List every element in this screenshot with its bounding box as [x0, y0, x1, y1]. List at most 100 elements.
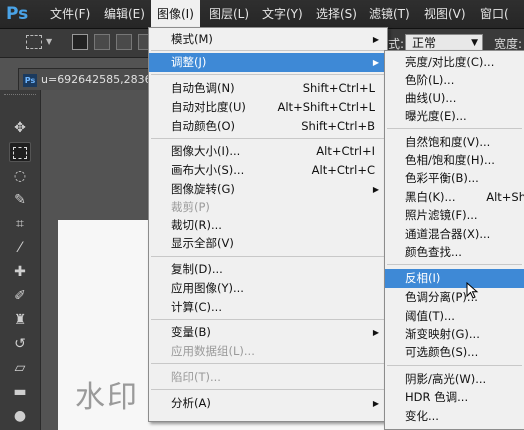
menu-item-label: 应用数据组(L)...	[171, 344, 255, 358]
gradient-tool-icon[interactable]: ▬	[9, 382, 31, 402]
adjustments-submenu: 亮度/对比度(C)... 色阶(L)... 曲线(U)... 曝光度(E)...…	[384, 50, 524, 430]
menu-item-label: 渐变映射(G)...	[405, 327, 480, 341]
menu-item-threshold[interactable]: 阈值(T)...	[385, 307, 524, 326]
menu-item-shortcut: Alt+Ctrl+I	[316, 144, 375, 158]
watermark-text: 水印	[75, 380, 139, 415]
menu-item-label: 色相/饱和度(H)...	[405, 153, 495, 167]
menu-window[interactable]: 窗口(	[474, 0, 515, 28]
menu-item-duplicate[interactable]: 复制(D)...	[149, 260, 387, 279]
menu-item-shortcut: Shift+Ctrl+B	[301, 119, 375, 133]
chevron-down-icon[interactable]: ▼	[46, 37, 52, 46]
menu-item-hdr-toning[interactable]: HDR 色调...	[385, 388, 524, 407]
menu-file[interactable]: 文件(F)	[44, 0, 96, 28]
menu-item-reveal-all[interactable]: 显示全部(V)	[149, 234, 387, 253]
menu-item-adjust[interactable]: 调整(J) ▶	[149, 53, 387, 72]
menu-separator	[151, 319, 385, 320]
menu-item-apply-image[interactable]: 应用图像(Y)...	[149, 279, 387, 298]
menu-item-label: 分析(A)	[171, 396, 211, 410]
new-selection-button[interactable]	[72, 34, 88, 50]
menu-item-black-white[interactable]: 黑白(K)... Alt+Sh	[385, 188, 524, 207]
menu-item-auto-color[interactable]: 自动颜色(O) Shift+Ctrl+B	[149, 117, 387, 136]
brush-tool-icon[interactable]: ✐	[9, 286, 31, 306]
menu-item-photo-filter[interactable]: 照片滤镜(F)...	[385, 206, 524, 225]
menu-item-invert[interactable]: 反相(I)	[385, 269, 524, 288]
menu-item-label: 反相(I)	[405, 271, 441, 285]
eyedropper-tool-icon[interactable]: ⁄	[9, 238, 31, 258]
submenu-arrow-icon: ▶	[372, 399, 379, 408]
mouse-cursor-icon	[466, 282, 479, 299]
menu-layer[interactable]: 图层(L)	[203, 0, 255, 28]
document-tab[interactable]: Ps u=692642585,2836	[18, 68, 158, 90]
clone-stamp-tool-icon[interactable]: ♜	[9, 310, 31, 330]
menu-item-canvas-size[interactable]: 画布大小(S)... Alt+Ctrl+C	[149, 161, 387, 180]
menu-item-channel-mixer[interactable]: 通道混合器(X)...	[385, 225, 524, 244]
menu-item-label: 亮度/对比度(C)...	[405, 55, 495, 69]
lasso-tool-icon[interactable]: ◌	[9, 166, 31, 186]
menu-image[interactable]: 图像(I)	[151, 0, 200, 28]
menu-item-levels[interactable]: 色阶(L)...	[385, 71, 524, 90]
menu-separator	[151, 363, 385, 364]
menu-item-calculations[interactable]: 计算(C)...	[149, 298, 387, 317]
menu-item-label: 变量(B)	[171, 325, 211, 339]
menu-item-label: HDR 色调...	[405, 390, 469, 404]
menu-item-label: 裁剪(P)	[171, 200, 210, 214]
menu-item-shortcut: Alt+Ctrl+C	[311, 163, 375, 177]
photoshop-logo: Ps	[6, 4, 29, 24]
menu-separator	[151, 74, 385, 75]
menu-item-label: 陷印(T)...	[171, 370, 221, 384]
menu-item-exposure[interactable]: 曝光度(E)...	[385, 107, 524, 126]
menu-view[interactable]: 视图(V)	[418, 0, 472, 28]
menu-item-brightness-contrast[interactable]: 亮度/对比度(C)...	[385, 53, 524, 72]
quick-select-tool-icon[interactable]: ✎	[9, 190, 31, 210]
menu-item-image-size[interactable]: 图像大小(I)... Alt+Ctrl+I	[149, 142, 387, 161]
menu-item-variations[interactable]: 变化...	[385, 407, 524, 426]
move-tool-icon[interactable]: ✥	[9, 118, 31, 138]
menu-item-shadows-highlights[interactable]: 阴影/高光(W)...	[385, 370, 524, 389]
menu-item-color-lookup[interactable]: 颜色查找...	[385, 243, 524, 262]
marquee-tool-icon[interactable]	[9, 142, 31, 162]
menu-item-variables[interactable]: 变量(B) ▶	[149, 323, 387, 342]
menu-item-auto-tone[interactable]: 自动色调(N) Shift+Ctrl+L	[149, 79, 387, 98]
menu-item-gradient-map[interactable]: 渐变映射(G)...	[385, 325, 524, 344]
menu-item-vibrance[interactable]: 自然饱和度(V)...	[385, 133, 524, 152]
eraser-tool-icon[interactable]: ▱	[9, 358, 31, 378]
subtract-selection-button[interactable]	[116, 34, 132, 50]
menu-separator	[151, 256, 385, 257]
crop-tool-icon[interactable]: ⌗	[9, 214, 31, 234]
healing-brush-tool-icon[interactable]: ✚	[9, 262, 31, 282]
menu-item-label: 照片滤镜(F)...	[405, 208, 478, 222]
menu-item-curves[interactable]: 曲线(U)...	[385, 89, 524, 108]
menu-bar: Ps 文件(F) 编辑(E) 图像(I) 图层(L) 文字(Y) 选择(S) 滤…	[0, 0, 524, 29]
ps-file-icon: Ps	[23, 73, 37, 87]
menu-separator	[151, 138, 385, 139]
menu-item-trim[interactable]: 裁切(R)...	[149, 216, 387, 235]
menu-separator	[387, 365, 522, 366]
menu-type[interactable]: 文字(Y)	[256, 0, 309, 28]
menu-separator	[151, 389, 385, 390]
menu-separator	[387, 128, 522, 129]
menu-filter[interactable]: 滤镜(T)	[363, 0, 416, 28]
menu-edit[interactable]: 编辑(E)	[98, 0, 151, 28]
menu-item-color-balance[interactable]: 色彩平衡(B)...	[385, 169, 524, 188]
menu-item-shortcut: Alt+Shift+Ctrl+L	[277, 100, 376, 114]
menu-select[interactable]: 选择(S)	[310, 0, 363, 28]
blur-tool-icon[interactable]: ●	[9, 406, 31, 426]
menu-item-label: 颜色查找...	[405, 245, 462, 259]
menu-item-hue-saturation[interactable]: 色相/饱和度(H)...	[385, 151, 524, 170]
menu-item-analysis[interactable]: 分析(A) ▶	[149, 394, 387, 413]
menu-item-image-rotation[interactable]: 图像旋转(G) ▶	[149, 180, 387, 199]
menu-item-label: 曝光度(E)...	[405, 109, 467, 123]
menu-item-posterize[interactable]: 色调分离(P)...	[385, 288, 524, 307]
toolbox-grip[interactable]	[4, 94, 36, 99]
marquee-tool-preset-icon[interactable]	[26, 35, 42, 49]
menu-item-auto-contrast[interactable]: 自动对比度(U) Alt+Shift+Ctrl+L	[149, 98, 387, 117]
menu-item-label: 自然饱和度(V)...	[405, 135, 491, 149]
menu-item-label: 阴影/高光(W)...	[405, 372, 487, 386]
add-to-selection-button[interactable]	[94, 34, 110, 50]
history-brush-tool-icon[interactable]: ↺	[9, 334, 31, 354]
menu-item-selective-color[interactable]: 可选颜色(S)...	[385, 343, 524, 362]
menu-item-label: 自动颜色(O)	[171, 119, 236, 133]
menu-item-mode[interactable]: 模式(M) ▶	[149, 30, 387, 49]
menu-item-shortcut: Alt+Sh	[486, 190, 524, 204]
submenu-arrow-icon: ▶	[372, 35, 379, 44]
